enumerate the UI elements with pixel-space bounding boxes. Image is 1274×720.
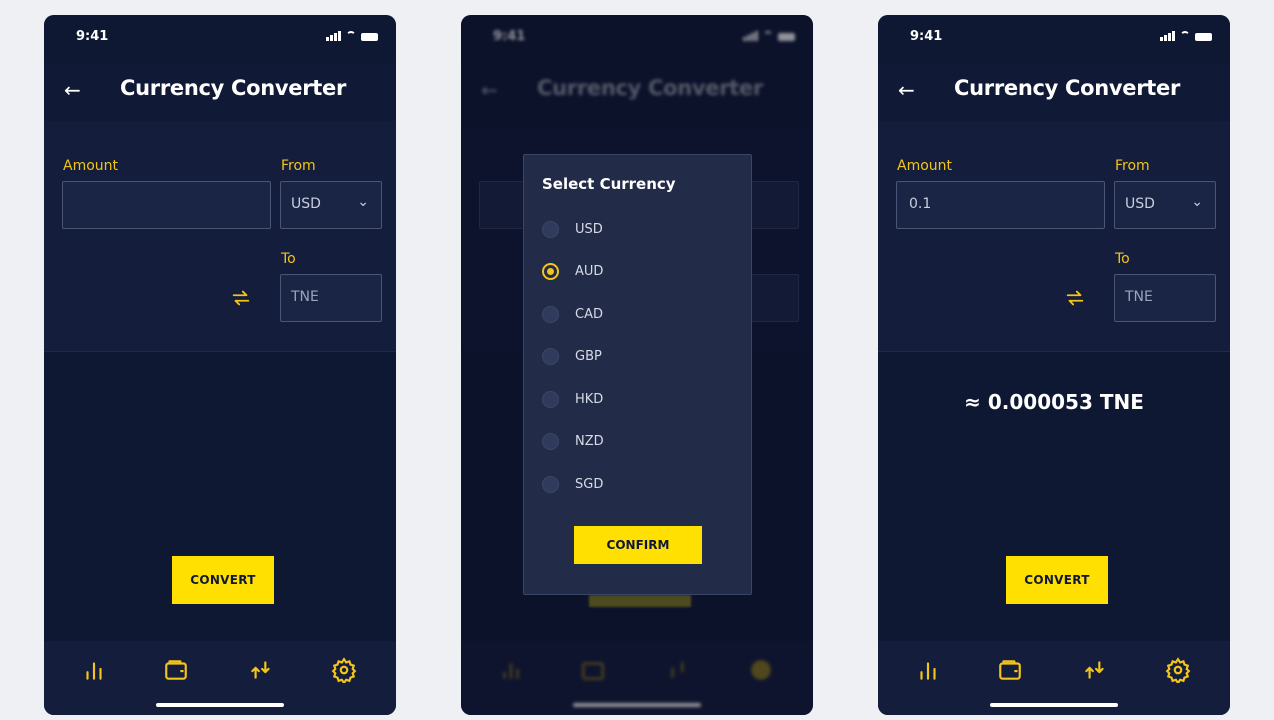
page-title: Currency Converter bbox=[954, 76, 1181, 100]
transfer-icon[interactable] bbox=[1082, 657, 1108, 683]
bar-chart-icon[interactable] bbox=[81, 657, 107, 683]
from-currency-select[interactable]: USD ⌄ bbox=[280, 181, 382, 229]
to-currency-field[interactable]: TNE bbox=[1114, 274, 1216, 322]
convert-button[interactable]: CONVERT bbox=[172, 556, 274, 604]
convert-button[interactable]: CONVERT bbox=[1006, 556, 1108, 604]
wallet-icon[interactable] bbox=[997, 657, 1023, 683]
amount-label: Amount bbox=[63, 158, 119, 174]
amount-input[interactable] bbox=[62, 181, 271, 229]
bottom-nav bbox=[44, 641, 396, 715]
currency-option-label: SGD bbox=[575, 476, 604, 492]
status-time: 9:41 bbox=[76, 29, 109, 44]
swap-icon[interactable] bbox=[1064, 287, 1086, 309]
home-indicator bbox=[990, 703, 1118, 707]
radio-unselected-icon bbox=[542, 347, 559, 365]
wallet-icon[interactable] bbox=[163, 657, 189, 683]
conversion-result: ≈ 0.000053 TNE bbox=[964, 390, 1144, 414]
currency-option-label: HKD bbox=[575, 391, 604, 407]
back-arrow-icon[interactable]: ← bbox=[64, 78, 81, 102]
chevron-down-icon: ⌄ bbox=[1191, 194, 1203, 210]
signal-icon bbox=[1160, 31, 1175, 41]
status-bar: 9:41 bbox=[878, 15, 1230, 63]
to-label: To bbox=[1115, 251, 1130, 267]
app-bar: ← Currency Converter bbox=[878, 63, 1230, 121]
divider bbox=[44, 351, 396, 352]
amount-label: Amount bbox=[897, 158, 953, 174]
settings-icon[interactable] bbox=[331, 657, 357, 683]
wifi-icon bbox=[1180, 31, 1190, 41]
phone-screen-select-currency: 9:41 ← Currency Converter Select Currenc… bbox=[461, 15, 813, 715]
currency-option-hkd[interactable]: HKD bbox=[542, 387, 603, 411]
currency-option-label: NZD bbox=[575, 433, 604, 449]
radio-unselected-icon bbox=[542, 475, 559, 493]
currency-option-aud[interactable]: AUD bbox=[542, 259, 603, 283]
page-title: Currency Converter bbox=[120, 76, 347, 100]
currency-option-label: AUD bbox=[575, 263, 604, 279]
dialog-title: Select Currency bbox=[542, 175, 676, 193]
battery-icon bbox=[361, 33, 378, 41]
select-currency-dialog: Select Currency USD AUD CAD GBP HKD NZD … bbox=[523, 154, 752, 595]
currency-option-label: GBP bbox=[575, 348, 602, 364]
currency-option-label: USD bbox=[575, 221, 603, 237]
from-label: From bbox=[281, 158, 316, 174]
transfer-icon[interactable] bbox=[248, 657, 274, 683]
status-bar: 9:41 bbox=[44, 15, 396, 63]
currency-option-gbp[interactable]: GBP bbox=[542, 344, 602, 368]
confirm-button[interactable]: CONFIRM bbox=[574, 526, 702, 564]
radio-unselected-icon bbox=[542, 432, 559, 450]
phone-screen-result: 9:41 ← Currency Converter Amount From To… bbox=[878, 15, 1230, 715]
chevron-down-icon: ⌄ bbox=[357, 194, 369, 210]
from-currency-value: USD bbox=[1125, 196, 1155, 212]
radio-unselected-icon bbox=[542, 305, 559, 323]
amount-input[interactable]: 0.1 bbox=[896, 181, 1105, 229]
currency-option-cad[interactable]: CAD bbox=[542, 302, 603, 326]
currency-option-usd[interactable]: USD bbox=[542, 217, 603, 241]
to-currency-field[interactable]: TNE bbox=[280, 274, 382, 322]
currency-option-sgd[interactable]: SGD bbox=[542, 472, 603, 496]
wifi-icon bbox=[346, 31, 356, 41]
settings-icon[interactable] bbox=[1165, 657, 1191, 683]
to-label: To bbox=[281, 251, 296, 267]
status-time: 9:41 bbox=[910, 29, 943, 44]
from-label: From bbox=[1115, 158, 1150, 174]
back-arrow-icon[interactable]: ← bbox=[898, 78, 915, 102]
home-indicator bbox=[156, 703, 284, 707]
from-currency-value: USD bbox=[291, 196, 321, 212]
status-icons bbox=[326, 31, 378, 41]
swap-icon[interactable] bbox=[230, 287, 252, 309]
status-icons bbox=[1160, 31, 1212, 41]
currency-option-label: CAD bbox=[575, 306, 603, 322]
app-bar: ← Currency Converter bbox=[44, 63, 396, 121]
currency-option-nzd[interactable]: NZD bbox=[542, 429, 604, 453]
divider bbox=[878, 351, 1230, 352]
battery-icon bbox=[1195, 33, 1212, 41]
radio-selected-icon bbox=[542, 262, 559, 280]
signal-icon bbox=[326, 31, 341, 41]
bottom-nav bbox=[878, 641, 1230, 715]
bar-chart-icon[interactable] bbox=[915, 657, 941, 683]
radio-unselected-icon bbox=[542, 220, 559, 238]
phone-screen-empty: 9:41 ← Currency Converter Amount From To… bbox=[44, 15, 396, 715]
from-currency-select[interactable]: USD ⌄ bbox=[1114, 181, 1216, 229]
radio-unselected-icon bbox=[542, 390, 559, 408]
